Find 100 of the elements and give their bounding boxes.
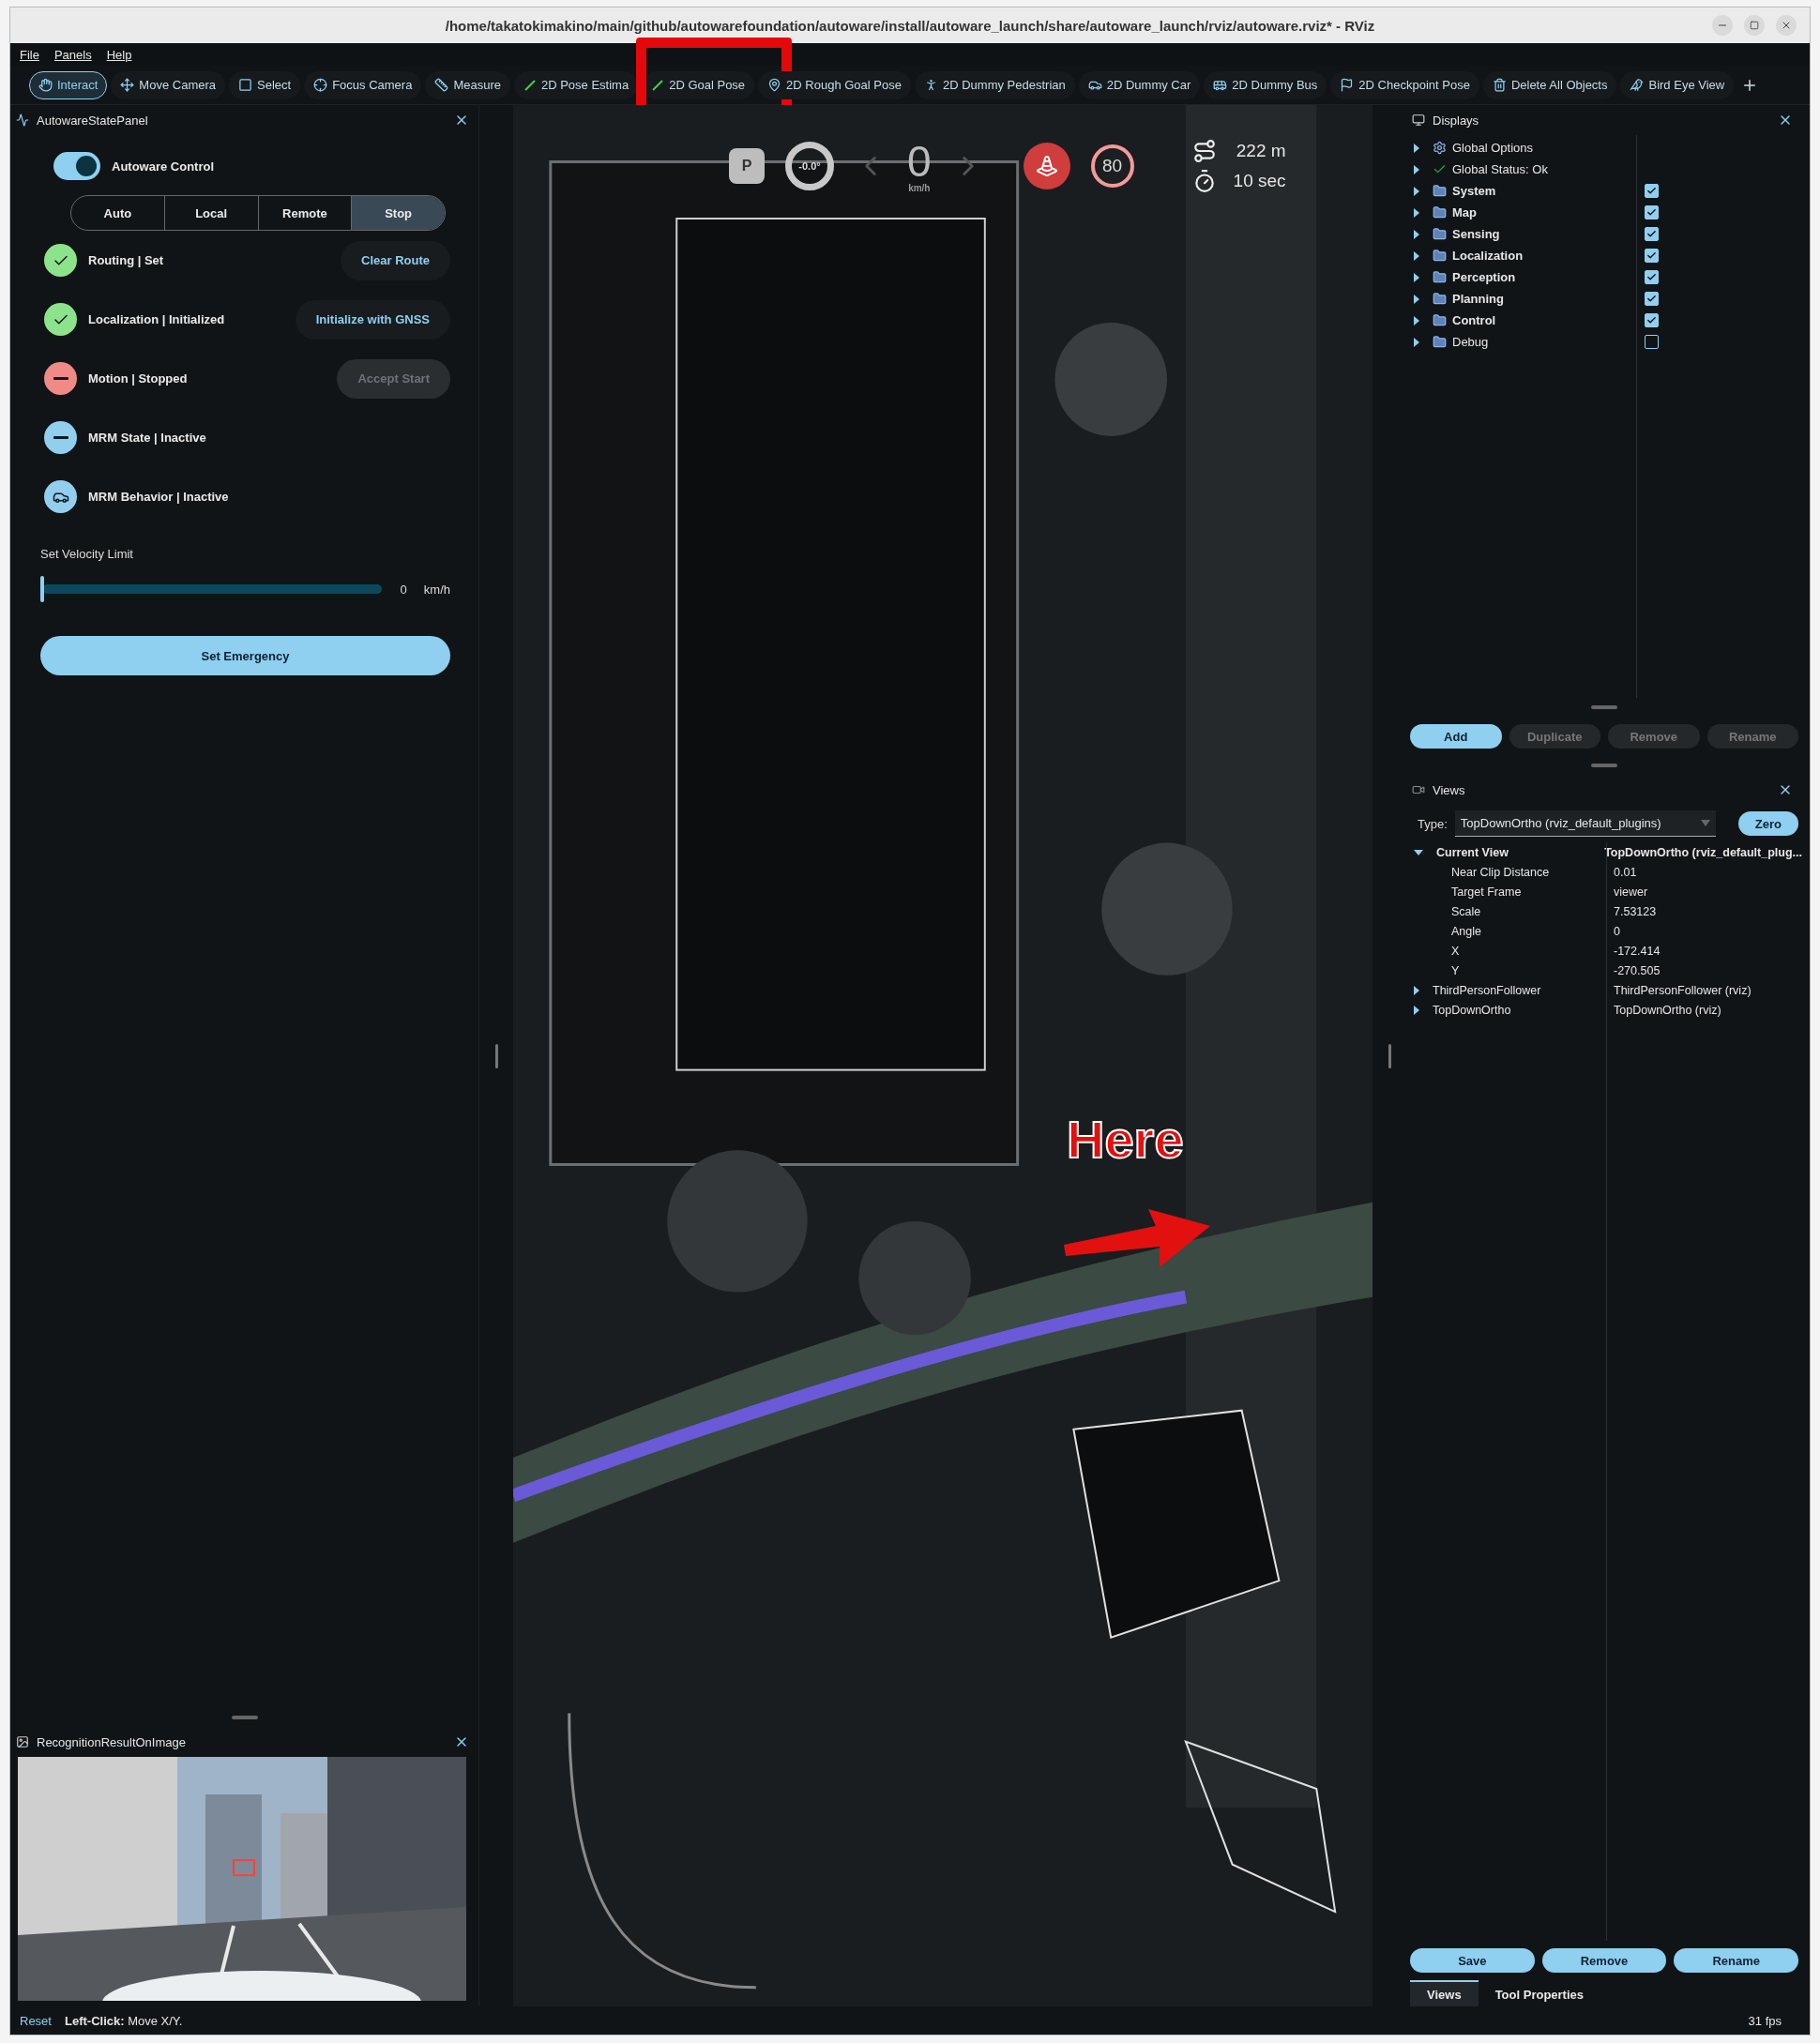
expand-arrow[interactable] — [1414, 186, 1419, 196]
display-item[interactable]: Perception — [1452, 270, 1645, 284]
tool-button[interactable]: Delete All Objects — [1482, 70, 1617, 99]
view-button[interactable]: Remove — [1541, 1948, 1667, 1973]
toggle-switch[interactable] — [53, 152, 100, 180]
checkbox[interactable] — [1645, 184, 1659, 198]
display-item[interactable]: Control — [1452, 313, 1645, 327]
expand-arrow[interactable] — [1414, 229, 1419, 239]
display-item[interactable]: Global Status: Ok — [1452, 162, 1645, 176]
velocity-reading: 0 — [400, 582, 407, 597]
tool-button[interactable]: Move Camera — [111, 70, 225, 99]
folder-icon — [1433, 205, 1447, 219]
close-button[interactable] — [1776, 15, 1797, 36]
checkbox[interactable] — [1645, 292, 1659, 306]
expand-arrow[interactable] — [1414, 164, 1419, 174]
monitor-icon — [1412, 114, 1425, 127]
tool-button[interactable]: 2D Checkpoint Pose — [1330, 70, 1479, 99]
expand-arrow[interactable] — [1414, 337, 1419, 347]
expand-arrow[interactable] — [1414, 272, 1419, 282]
property-name[interactable]: Y — [1451, 963, 1614, 977]
expand-arrow[interactable] — [1414, 294, 1419, 304]
action-button[interactable]: Clear Route — [341, 240, 450, 280]
check-icon — [1646, 229, 1657, 239]
checkbox[interactable] — [1645, 270, 1659, 284]
expand-arrow[interactable] — [1414, 143, 1419, 153]
checkbox[interactable] — [1645, 313, 1659, 327]
display-item[interactable]: Planning — [1452, 292, 1645, 306]
tool-button[interactable]: Focus Camera — [304, 70, 422, 99]
expand-arrow[interactable] — [1414, 985, 1419, 995]
tool-button[interactable]: Bird Eye View — [1620, 70, 1735, 99]
tool-button[interactable]: 2D Rough Goal Pose — [758, 70, 911, 99]
display-item[interactable]: Global Options — [1452, 141, 1645, 155]
panel-title: RecognitionResultOnImage — [37, 1734, 187, 1749]
emergency-button[interactable]: Set Emergency — [40, 636, 450, 675]
expand-arrow[interactable] — [1414, 315, 1419, 325]
check-icon — [1646, 186, 1657, 196]
display-item[interactable]: Localization — [1452, 249, 1645, 263]
property-name[interactable]: TopDownOrtho — [1433, 1003, 1614, 1017]
slider-thumb[interactable] — [40, 576, 44, 602]
status-label: Localization | Initialized — [88, 312, 226, 326]
camera-icon — [1412, 783, 1425, 796]
expand-arrow[interactable] — [1414, 207, 1419, 218]
velocity-unit: km/h — [423, 582, 450, 597]
type-dropdown[interactable]: TopDownOrtho (rviz_default_plugins) — [1454, 810, 1716, 837]
bus-icon — [1213, 78, 1228, 92]
checkbox[interactable] — [1645, 205, 1659, 219]
property-value: 0.01 — [1614, 865, 1637, 879]
property-name[interactable]: Scale — [1451, 904, 1614, 918]
property-name[interactable]: ThirdPersonFollower — [1433, 983, 1614, 997]
view-button[interactable]: Rename — [1674, 1948, 1798, 1973]
menu-item[interactable]: Help — [106, 47, 132, 62]
collapse-arrow[interactable] — [1414, 849, 1423, 855]
status-label: Routing | Set — [88, 253, 165, 267]
status-label: Motion | Stopped — [88, 371, 189, 386]
display-item[interactable]: Map — [1452, 205, 1645, 219]
mode-button[interactable]: Stop — [352, 196, 445, 230]
mode-button[interactable]: Local — [164, 196, 259, 230]
checkbox[interactable] — [1645, 335, 1659, 349]
tool-button[interactable]: 2D Dummy Car — [1078, 70, 1201, 99]
zero-button[interactable]: Zero — [1737, 811, 1798, 836]
display-item[interactable]: System — [1452, 184, 1645, 198]
property-name[interactable]: Near Clip Distance — [1451, 865, 1614, 879]
property-name[interactable]: Angle — [1451, 924, 1614, 938]
velocity-slider[interactable] — [40, 576, 384, 602]
menu-item[interactable]: File — [20, 47, 39, 62]
check-icon — [1646, 315, 1657, 325]
maximize-button[interactable] — [1744, 15, 1765, 36]
line-icon — [523, 78, 537, 92]
tab[interactable]: Tool Properties — [1478, 1980, 1600, 2006]
display-item[interactable]: Sensing — [1452, 227, 1645, 241]
reset-button[interactable]: Reset — [20, 2013, 52, 2028]
checkbox[interactable] — [1645, 227, 1659, 241]
tool-button[interactable]: 2D Dummy Pedestrian — [914, 70, 1075, 99]
tool-button[interactable]: Select — [229, 70, 301, 99]
tab[interactable]: Views — [1410, 1980, 1479, 2006]
tool-button[interactable]: Interact — [29, 70, 108, 99]
ruler-icon — [434, 78, 449, 92]
panel-title: Displays — [1433, 113, 1480, 128]
tool-button[interactable]: Measure — [425, 70, 510, 99]
view-button[interactable]: Save — [1410, 1948, 1535, 1973]
tool-button[interactable]: 2D Pose Estima — [513, 70, 639, 99]
display-item[interactable]: Debug — [1452, 335, 1645, 349]
property-name[interactable]: Target Frame — [1451, 885, 1614, 899]
menu-item[interactable]: Panels — [53, 47, 92, 62]
minimize-button[interactable] — [1712, 15, 1733, 36]
display-button[interactable]: Add — [1410, 724, 1502, 749]
property-value: 7.53123 — [1614, 904, 1657, 918]
action-button[interactable]: Initialize with GNSS — [295, 299, 450, 340]
annotation-text: Here — [1067, 1109, 1184, 1170]
status-label: MRM State | Inactive — [88, 431, 207, 445]
gear-indicator: P — [729, 148, 765, 184]
steering-indicator: -0.0° — [785, 142, 834, 190]
property-name[interactable]: Current View — [1436, 845, 1605, 859]
folder-icon — [1433, 335, 1447, 349]
checkbox[interactable] — [1645, 249, 1659, 263]
expand-arrow[interactable] — [1414, 1005, 1419, 1015]
mode-button[interactable]: Auto — [71, 196, 165, 230]
expand-arrow[interactable] — [1414, 250, 1419, 261]
tool-button[interactable]: 2D Dummy Bus — [1204, 70, 1327, 99]
property-name[interactable]: X — [1451, 944, 1614, 958]
